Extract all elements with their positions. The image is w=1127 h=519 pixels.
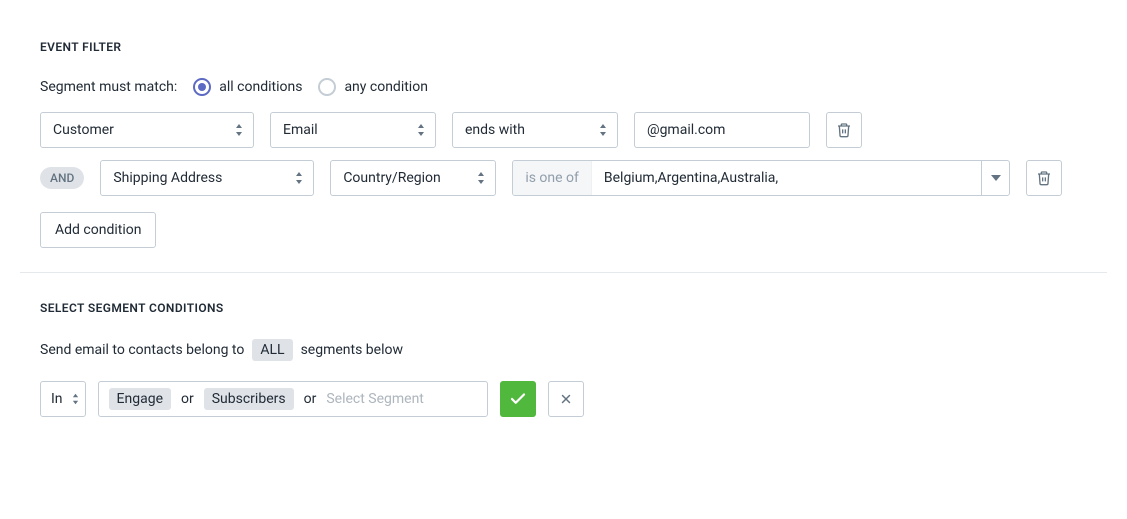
match-label: Segment must match:	[40, 79, 177, 95]
close-icon	[559, 392, 573, 406]
in-select[interactable]: In	[40, 381, 86, 417]
multiselect-values: Belgium,Argentina,Australia,	[592, 161, 981, 195]
attribute-select[interactable]: Email	[270, 112, 436, 148]
logic-and-pill: AND	[40, 167, 84, 189]
multiselect-country[interactable]: is one of Belgium,Argentina,Australia,	[512, 160, 1010, 196]
add-condition-label: Add condition	[55, 222, 141, 238]
value-input-text: @gmail.com	[647, 122, 725, 138]
select-arrows-icon	[235, 124, 243, 136]
segment-chip-subscribers[interactable]: Subscribers	[204, 388, 294, 410]
entity-select-2[interactable]: Shipping Address	[100, 160, 314, 196]
operator-select-value: ends with	[465, 122, 525, 138]
attribute-select-2[interactable]: Country/Region	[330, 160, 496, 196]
radio-any-condition[interactable]: any condition	[318, 78, 428, 96]
or-text-1: or	[181, 391, 194, 407]
segment-row: In Engage or Subscribers or Select Segme…	[40, 381, 1087, 417]
chevron-down-icon	[991, 175, 1001, 181]
operator-select[interactable]: ends with	[452, 112, 618, 148]
segment-placeholder: Select Segment	[326, 391, 424, 407]
select-arrows-icon	[599, 124, 607, 136]
radio-button-checked-icon	[193, 78, 211, 96]
select-arrows-icon	[417, 124, 425, 136]
select-arrows-icon	[295, 172, 303, 184]
attribute-select-2-value: Country/Region	[343, 170, 440, 186]
multiselect-operator-label: is one of	[513, 161, 592, 195]
radio-any-label: any condition	[344, 79, 428, 95]
segment-input[interactable]: Engage or Subscribers or Select Segment	[98, 381, 488, 417]
entity-select[interactable]: Customer	[40, 112, 254, 148]
segment-sentence: Send email to contacts belong to ALL seg…	[40, 339, 1087, 361]
delete-condition-button[interactable]	[826, 112, 862, 148]
segment-chip-engage[interactable]: Engage	[109, 388, 171, 410]
attribute-select-value: Email	[283, 122, 318, 138]
event-filter-title: EVENT FILTER	[40, 40, 1087, 54]
radio-button-unchecked-icon	[318, 78, 336, 96]
condition-row-1: Customer Email ends with @gmail.com	[40, 112, 1087, 148]
select-arrows-icon	[72, 394, 79, 405]
multiselect-dropdown-toggle[interactable]	[981, 161, 1009, 195]
select-arrows-icon	[477, 172, 485, 184]
add-condition-button[interactable]: Add condition	[40, 212, 156, 248]
match-row: Segment must match: all conditions any c…	[40, 78, 1087, 96]
or-text-2: or	[304, 391, 317, 407]
check-icon	[509, 390, 527, 408]
sentence-all-badge[interactable]: ALL	[252, 339, 292, 361]
value-input[interactable]: @gmail.com	[634, 112, 810, 148]
sentence-post: segments below	[301, 342, 403, 358]
cancel-button[interactable]	[548, 381, 584, 417]
condition-row-2: AND Shipping Address Country/Region is o…	[40, 160, 1087, 196]
sentence-pre: Send email to contacts belong to	[40, 342, 244, 358]
section-divider	[20, 272, 1107, 273]
entity-select-value: Customer	[53, 122, 114, 138]
radio-all-conditions[interactable]: all conditions	[193, 78, 302, 96]
segment-conditions-title: SELECT SEGMENT CONDITIONS	[40, 301, 1087, 315]
radio-all-label: all conditions	[219, 79, 302, 95]
trash-icon	[1036, 170, 1052, 186]
confirm-button[interactable]	[500, 381, 536, 417]
entity-select-2-value: Shipping Address	[113, 170, 222, 186]
in-select-value: In	[51, 391, 63, 407]
delete-condition-button-2[interactable]	[1026, 160, 1062, 196]
trash-icon	[836, 122, 852, 138]
